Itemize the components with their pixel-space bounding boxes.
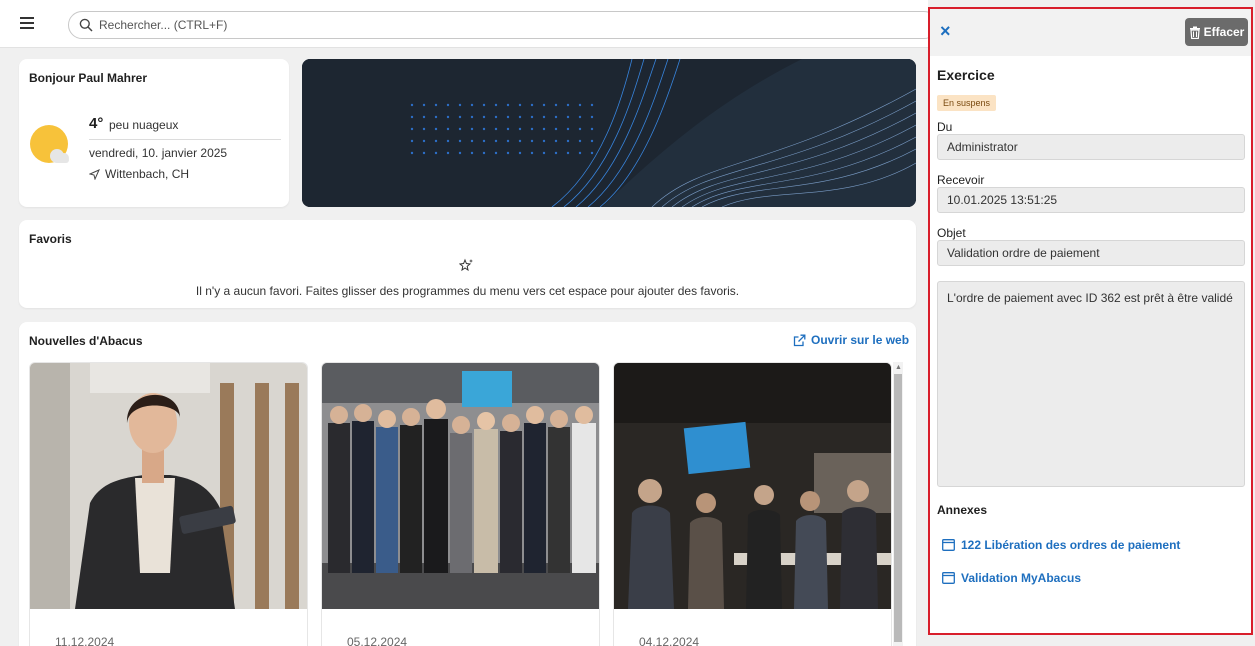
trash-icon xyxy=(1189,26,1200,39)
scrollbar-thumb[interactable] xyxy=(894,374,902,642)
subject-field: Validation ordre de paiement xyxy=(937,240,1245,266)
news-item[interactable]: 05.12.2024 xyxy=(321,362,600,646)
received-field: 10.01.2025 13:51:25 xyxy=(937,187,1245,213)
close-icon[interactable]: × xyxy=(940,21,951,42)
window-icon xyxy=(942,572,955,584)
favorites-card: Favoris Il n'y a aucun favori. Faites gl… xyxy=(19,220,916,308)
news-title: Nouvelles d'Abacus xyxy=(29,334,143,348)
panel-header: × Effacer xyxy=(930,9,1251,56)
greeting-title: Bonjour Paul Mahrer xyxy=(29,71,148,85)
attachment-label: 122 Libération des ordres de paiement xyxy=(961,538,1181,552)
attachment-label: Validation MyAbacus xyxy=(961,571,1082,585)
task-title: Exercice xyxy=(937,67,995,83)
task-detail-panel: × Effacer Exercice En suspens Du Adminis… xyxy=(928,7,1253,635)
favorites-title: Favoris xyxy=(29,232,72,246)
status-badge: En suspens xyxy=(937,95,997,111)
temperature: 4° xyxy=(89,115,104,132)
top-bar xyxy=(0,0,938,48)
news-image-event-crowd xyxy=(614,363,891,609)
location: Wittenbach, CH xyxy=(89,167,189,181)
favorites-empty-message: Il n'y a aucun favori. Faites glisser de… xyxy=(195,284,740,298)
scroll-up-arrow-icon[interactable]: ▲ xyxy=(895,364,902,372)
sparkle-star-icon xyxy=(459,258,473,272)
news-item[interactable]: 11.12.2024 xyxy=(29,362,308,646)
attachments-label: Annexes xyxy=(937,503,988,517)
subject-label: Objet xyxy=(937,226,966,240)
greeting-card: Bonjour Paul Mahrer 4° peu nuageux vendr… xyxy=(19,59,289,207)
attachment-link[interactable]: Validation MyAbacus xyxy=(942,571,1081,585)
menu-icon[interactable] xyxy=(20,14,40,34)
news-card: Nouvelles d'Abacus Ouvrir sur le web 11.… xyxy=(19,322,916,646)
news-item[interactable]: 04.12.2024 xyxy=(613,362,892,646)
banner-image xyxy=(302,59,916,207)
from-field: Administrator xyxy=(937,134,1245,160)
news-image-team-photo xyxy=(322,363,599,609)
message-body: L'ordre de paiement avec ID 362 est prêt… xyxy=(937,281,1245,487)
window-icon xyxy=(942,539,955,551)
weather-condition: peu nuageux xyxy=(109,118,179,132)
news-image-businesswoman xyxy=(30,363,307,609)
external-link-icon xyxy=(793,334,806,346)
open-web-link[interactable]: Ouvrir sur le web xyxy=(793,333,909,347)
weather-sun-cloud-icon xyxy=(30,125,69,163)
search-input[interactable] xyxy=(99,18,879,32)
delete-button[interactable]: Effacer xyxy=(1185,18,1248,46)
news-date: 11.12.2024 xyxy=(55,635,115,646)
news-scrollbar[interactable]: ▲ xyxy=(893,362,903,646)
attachment-link[interactable]: 122 Libération des ordres de paiement xyxy=(942,538,1180,552)
open-web-label: Ouvrir sur le web xyxy=(811,333,910,347)
from-label: Du xyxy=(937,120,953,134)
news-date: 05.12.2024 xyxy=(347,635,408,646)
location-label: Wittenbach, CH xyxy=(105,167,190,181)
received-label: Recevoir xyxy=(937,173,985,187)
location-arrow-icon xyxy=(89,168,100,180)
current-date: vendredi, 10. janvier 2025 xyxy=(89,146,228,160)
divider xyxy=(89,139,281,140)
delete-label: Effacer xyxy=(1203,25,1245,39)
search-icon xyxy=(79,18,93,32)
search-box[interactable] xyxy=(68,11,938,39)
news-date: 04.12.2024 xyxy=(639,635,700,646)
